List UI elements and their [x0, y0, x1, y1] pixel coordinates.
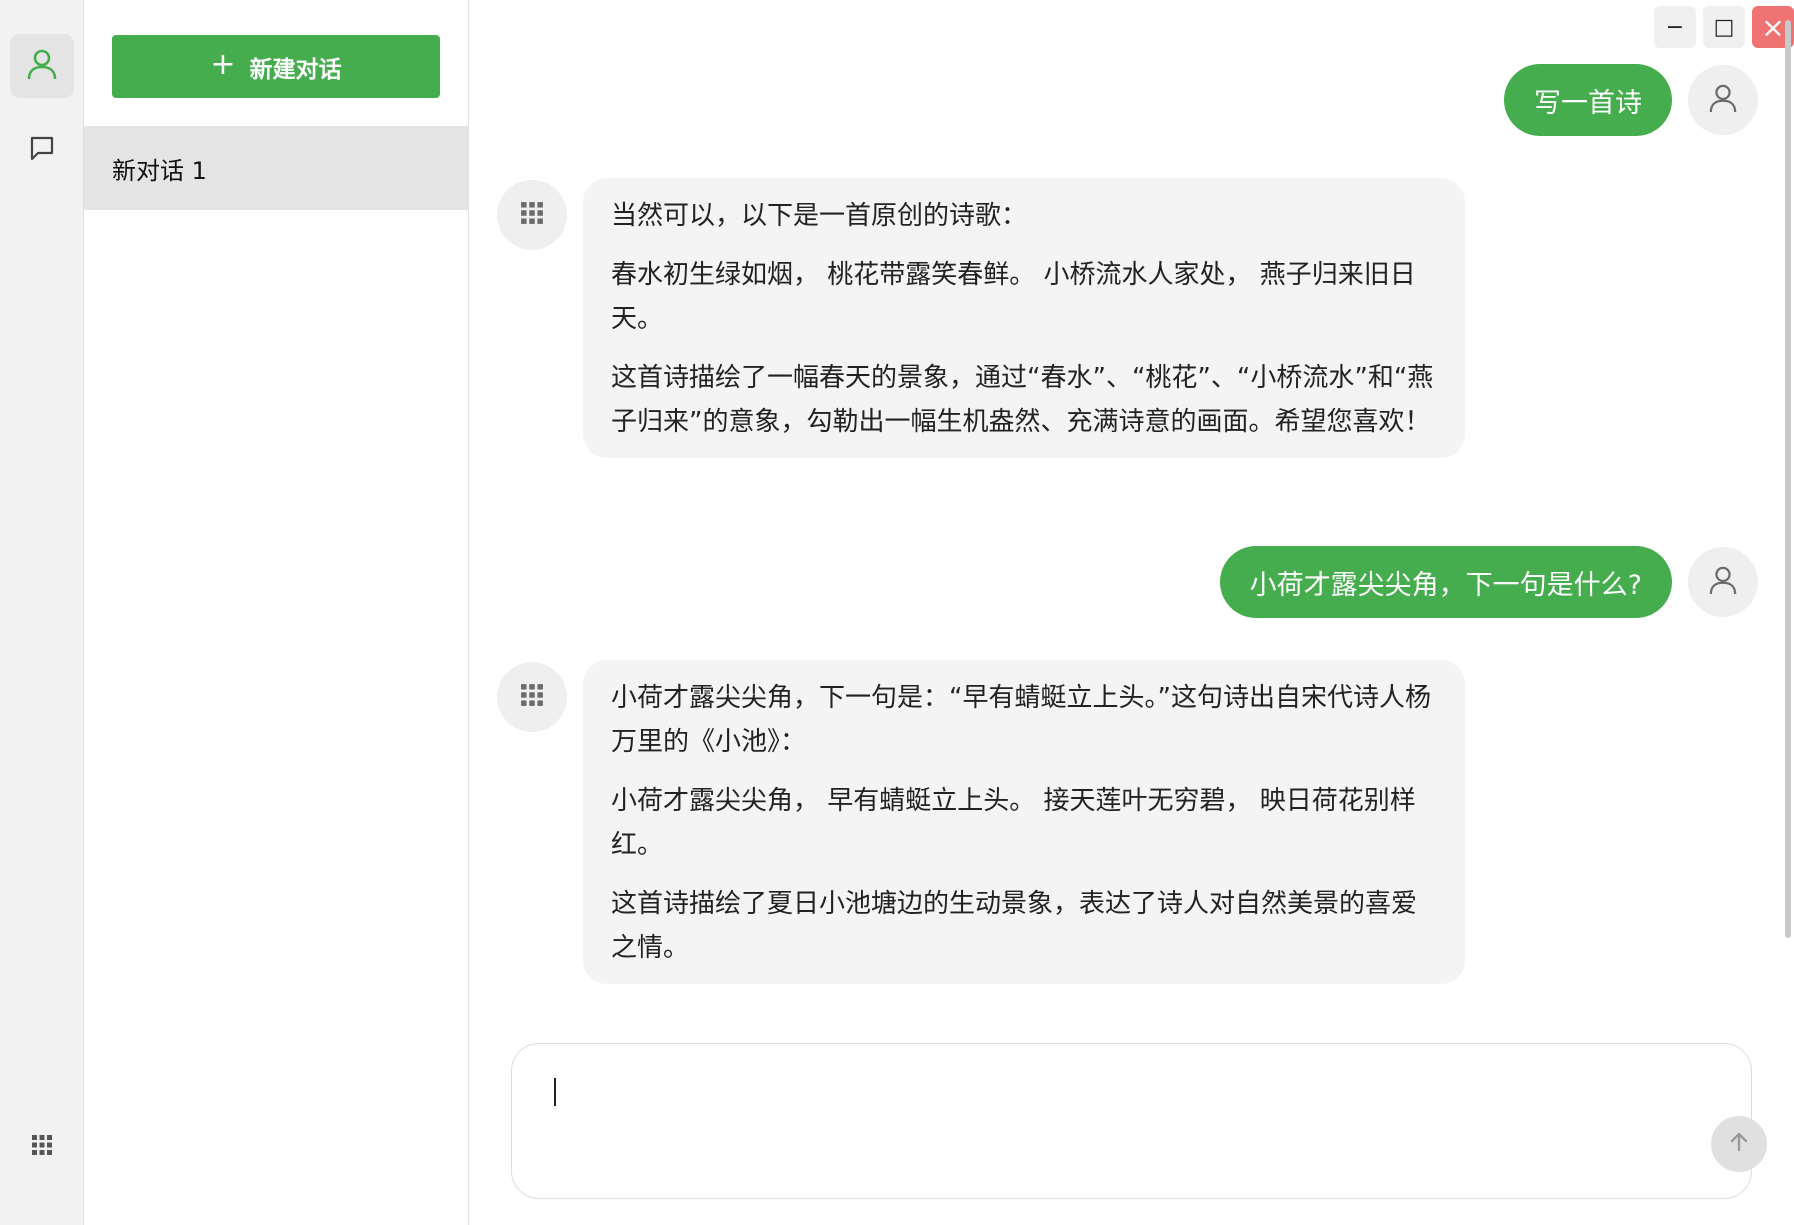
- app-window: + 新建对话 新对话 1 − □ × 写一首诗 当然可以，以下是一首原创的诗歌：…: [0, 0, 1794, 1225]
- window-controls: − □ ×: [1654, 6, 1794, 48]
- conversation-title: 新对话 1: [112, 156, 207, 185]
- assistant-message-bubble: 当然可以，以下是一首原创的诗歌： 春水初生绿如烟， 桃花带露笑春鲜。 小桥流水人…: [583, 178, 1465, 458]
- message-input[interactable]: [542, 1074, 1642, 1164]
- maximize-button[interactable]: □: [1703, 6, 1745, 48]
- chat-panel: − □ × 写一首诗 当然可以，以下是一首原创的诗歌： 春水初生绿如烟， 桃花带…: [469, 0, 1794, 1225]
- assistant-paragraph: 这首诗描绘了夏日小池塘边的生动景象，表达了诗人对自然美景的喜爱之情。: [611, 889, 1418, 963]
- user-message-bubble: 写一首诗: [1504, 64, 1672, 136]
- text-caret: [554, 1078, 556, 1106]
- rail-apps-button[interactable]: [10, 1115, 74, 1179]
- arrow-up-icon: [1728, 1131, 1750, 1157]
- assistant-message-row: 小荷才露尖尖角，下一句是：“早有蜻蜓立上头。”这句诗出自宋代诗人杨万里的《小池》…: [497, 660, 1465, 984]
- new-chat-button[interactable]: + 新建对话: [112, 35, 440, 98]
- plus-icon: +: [210, 47, 236, 82]
- minimize-button[interactable]: −: [1654, 6, 1696, 48]
- assistant-grid-icon: [520, 201, 544, 229]
- rail-chat-button[interactable]: [10, 118, 74, 182]
- user-message-bubble: 小荷才露尖尖角，下一句是什么?: [1219, 546, 1672, 618]
- assistant-avatar: [497, 180, 567, 250]
- send-button[interactable]: [1711, 1116, 1767, 1172]
- user-message-text: 写一首诗: [1534, 87, 1642, 119]
- close-icon: ×: [1761, 10, 1785, 44]
- assistant-avatar: [497, 662, 567, 732]
- chat-scrollbar[interactable]: [1785, 20, 1791, 938]
- user-avatar: [1688, 547, 1758, 617]
- user-icon: [27, 48, 57, 84]
- maximize-icon: □: [1713, 14, 1735, 40]
- user-message-row: 小荷才露尖尖角，下一句是什么?: [1219, 546, 1758, 618]
- user-message-text: 小荷才露尖尖角，下一句是什么?: [1249, 569, 1642, 601]
- chat-icon: [28, 134, 56, 166]
- new-chat-label: 新建对话: [249, 56, 342, 83]
- apps-grid-icon: [31, 1134, 53, 1160]
- user-avatar-icon: [1709, 82, 1737, 118]
- assistant-paragraph: 小荷才露尖尖角，下一句是：“早有蜻蜓立上头。”这句诗出自宋代诗人杨万里的《小池》…: [611, 683, 1431, 757]
- user-avatar-icon: [1709, 564, 1737, 600]
- assistant-message-row: 当然可以，以下是一首原创的诗歌： 春水初生绿如烟， 桃花带露笑春鲜。 小桥流水人…: [497, 178, 1465, 458]
- assistant-message-bubble: 小荷才露尖尖角，下一句是：“早有蜻蜓立上头。”这句诗出自宋代诗人杨万里的《小池》…: [583, 660, 1465, 984]
- assistant-grid-icon: [520, 683, 544, 711]
- assistant-paragraph: 小荷才露尖尖角， 早有蜻蜓立上头。 接天莲叶无穷碧， 映日荷花别样红。: [611, 786, 1416, 860]
- assistant-paragraph: 当然可以，以下是一首原创的诗歌：: [611, 201, 1028, 231]
- message-input-box: [511, 1043, 1767, 1199]
- conversation-item[interactable]: 新对话 1: [84, 126, 468, 210]
- user-message-row: 写一首诗: [1504, 64, 1758, 136]
- assistant-paragraph: 春水初生绿如烟， 桃花带露笑春鲜。 小桥流水人家处， 燕子归来旧日天。: [611, 260, 1416, 334]
- assistant-paragraph: 这首诗描绘了一幅春天的景象，通过“春水”、“桃花”、“小桥流水”和“燕子归来”的…: [611, 363, 1434, 437]
- conversation-sidebar: + 新建对话 新对话 1: [84, 0, 469, 1225]
- nav-rail: [0, 0, 84, 1225]
- minimize-icon: −: [1665, 14, 1685, 40]
- user-avatar: [1688, 65, 1758, 135]
- rail-user-button[interactable]: [10, 34, 74, 98]
